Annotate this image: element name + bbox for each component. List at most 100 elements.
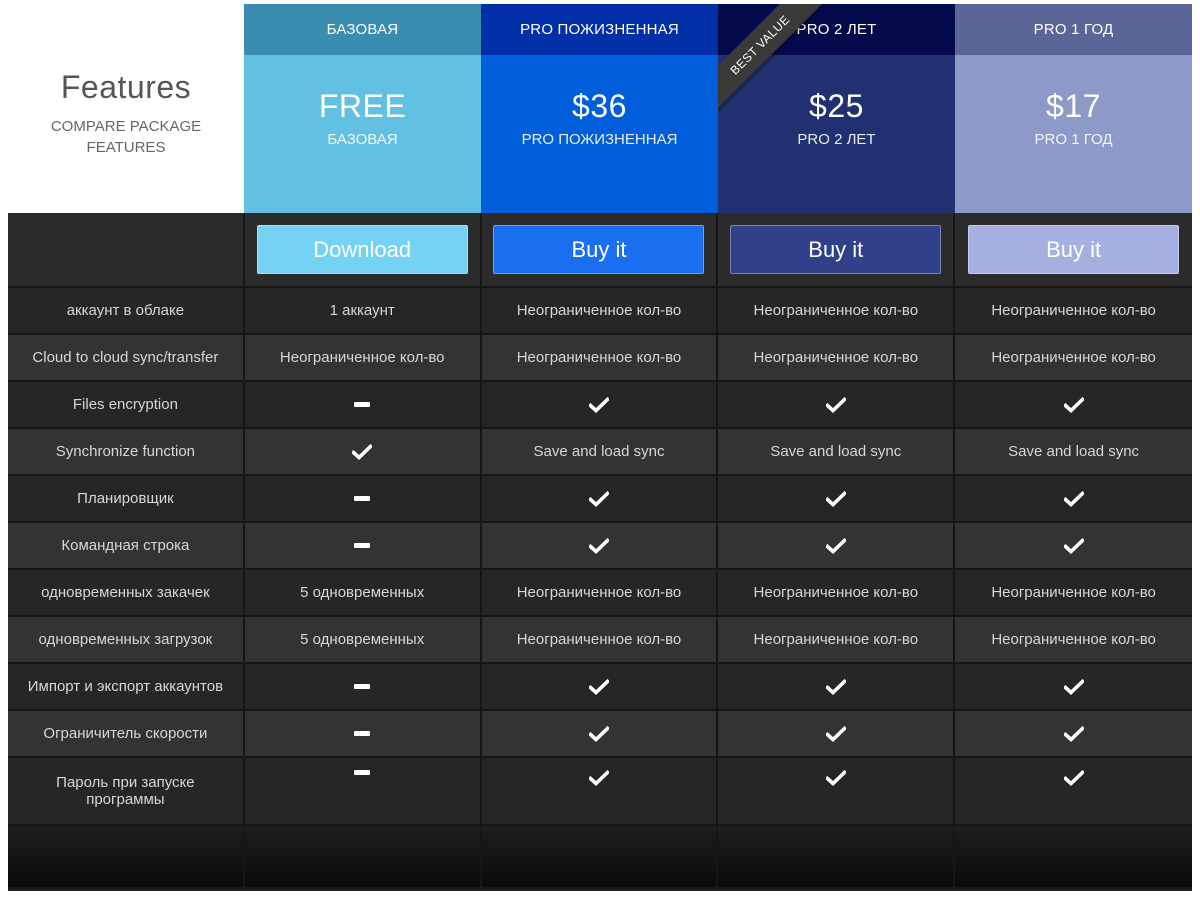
feature-value-cell: Неограниченное кол-во (955, 617, 1192, 664)
plan-name: БАЗОВАЯ (244, 4, 481, 55)
check-icon (587, 537, 611, 554)
feature-value: 5 одновременных (300, 631, 425, 648)
check-icon (587, 725, 611, 742)
feature-name: Synchronize function (8, 429, 245, 476)
footer-cell (955, 826, 1192, 889)
table-footer-row (8, 826, 1192, 889)
feature-value: Save and load sync (770, 443, 902, 460)
check-icon (824, 725, 847, 742)
check-icon (587, 678, 611, 695)
feature-value-cell: Неограниченное кол-во (718, 570, 956, 617)
feature-value: Неограниченное кол-во (279, 349, 445, 366)
table-row: Импорт и экспорт аккаунтов (8, 664, 1192, 711)
button-cell: Download (244, 213, 482, 288)
feature-name: Cloud to cloud sync/transfer (8, 335, 245, 382)
feature-value-cell (481, 523, 719, 570)
footer-cell (481, 826, 719, 889)
dash-icon (354, 496, 371, 501)
check-icon (1062, 537, 1085, 554)
dash-icon (354, 402, 371, 407)
feature-value-cell: Неограниченное кол-во (481, 570, 719, 617)
footer-cell (244, 826, 482, 889)
plan-subtitle: PRO 2 ЛЕТ (797, 131, 876, 148)
feature-value-cell: Save and load sync (955, 429, 1192, 476)
feature-name: одновременных загрузок (8, 617, 245, 664)
feature-value: Неограниченное кол-во (753, 631, 919, 648)
buy-button[interactable]: Buy it (730, 225, 942, 274)
check-icon (1062, 725, 1085, 742)
plan-price-panel: $25 PRO 2 ЛЕТ (718, 55, 955, 213)
check-icon (824, 490, 847, 507)
feature-value: Save and load sync (1008, 443, 1140, 460)
check-icon (1062, 396, 1085, 413)
button-cell: Buy it (718, 213, 956, 288)
feature-value-cell (955, 664, 1192, 711)
check-icon (1062, 678, 1085, 695)
plan-price: FREE (318, 88, 407, 124)
feature-name: одновременных закачек (8, 570, 245, 617)
buy-button[interactable]: Buy it (493, 225, 705, 274)
table-row: одновременных закачек 5 одновременных Неог… (8, 570, 1192, 617)
footer-cell (718, 826, 956, 889)
table-row: Files encryption (8, 382, 1192, 429)
plan-name: PRO ПОЖИЗНЕННАЯ (481, 4, 718, 55)
feature-value-cell: Неограниченное кол-во (481, 288, 719, 335)
plan-header-2: PRO ПОЖИЗНЕННАЯ $36 PRO ПОЖИЗНЕННАЯ (481, 4, 718, 213)
plan-price-panel: FREE БАЗОВАЯ (244, 55, 481, 213)
feature-value: Неограниченное кол-во (516, 349, 682, 366)
feature-value-cell: 5 одновременных (244, 617, 482, 664)
plan-header-1: БАЗОВАЯ FREE БАЗОВАЯ (244, 4, 481, 213)
feature-value: Неограниченное кол-во (991, 302, 1156, 319)
table-row: Synchronize function Save and load sync Sa… (8, 429, 1192, 476)
check-icon (824, 769, 847, 786)
table-row: Ограничитель скорости (8, 711, 1192, 758)
table-row: Командная строка (8, 523, 1192, 570)
check-icon (824, 678, 847, 695)
feature-value-cell (244, 664, 482, 711)
check-icon (824, 537, 847, 554)
feature-value-cell: Неограниченное кол-во (955, 288, 1192, 335)
check-icon (824, 396, 847, 413)
feature-value: Неограниченное кол-во (991, 631, 1156, 648)
feature-value: Неограниченное кол-во (991, 584, 1156, 601)
feature-value-cell: Неограниченное кол-во (481, 617, 719, 664)
feature-value-cell (481, 711, 719, 758)
feature-value-cell: Неограниченное кол-во (718, 335, 956, 382)
feature-value-cell: Неограниченное кол-во (955, 570, 1192, 617)
feature-value-cell: 1 аккаунт (244, 288, 482, 335)
feature-value-cell (244, 711, 482, 758)
button-cell: Buy it (955, 213, 1192, 288)
feature-value-cell (718, 711, 956, 758)
feature-value: Неограниченное кол-во (991, 349, 1156, 366)
features-heading-cell: Features COMPARE PACKAGE FEATURES (8, 4, 244, 213)
feature-value: Неограниченное кол-во (516, 302, 682, 319)
feature-value: Неограниченное кол-во (516, 631, 682, 648)
feature-value-cell (244, 758, 482, 826)
feature-name: аккаунт в облаке (8, 288, 245, 335)
feature-value-cell: Неограниченное кол-во (481, 335, 719, 382)
feature-value-cell (955, 382, 1192, 429)
check-icon (1062, 490, 1085, 507)
feature-value-cell (718, 664, 956, 711)
feature-value: 5 одновременных (300, 584, 425, 601)
plan-subtitle: PRO 1 ГОД (1034, 131, 1113, 148)
feature-value-cell (481, 382, 719, 429)
plan-subtitle: БАЗОВАЯ (327, 131, 398, 148)
table-row: Cloud to cloud sync/transfer Неограниченн… (8, 335, 1192, 382)
feature-value-cell (718, 382, 956, 429)
feature-value-cell (481, 664, 719, 711)
plan-price-panel: $17 PRO 1 ГОД (955, 55, 1192, 213)
feature-value: 1 аккаунт (329, 302, 395, 319)
feature-value-cell: Save and load sync (718, 429, 956, 476)
feature-value-cell (955, 523, 1192, 570)
feature-value-cell (718, 758, 956, 826)
dash-icon (354, 770, 371, 775)
feature-value-cell (481, 476, 719, 523)
download-button[interactable]: Download (256, 225, 468, 274)
buy-button[interactable]: Buy it (968, 225, 1180, 274)
features-subtitle: COMPARE PACKAGE FEATURES (50, 118, 202, 156)
feature-name: Импорт и экспорт аккаунтов (8, 664, 245, 711)
feature-name: Планировщик (8, 476, 245, 523)
feature-name: Пароль при запуске программы (8, 758, 245, 826)
feature-value-cell (481, 758, 719, 826)
